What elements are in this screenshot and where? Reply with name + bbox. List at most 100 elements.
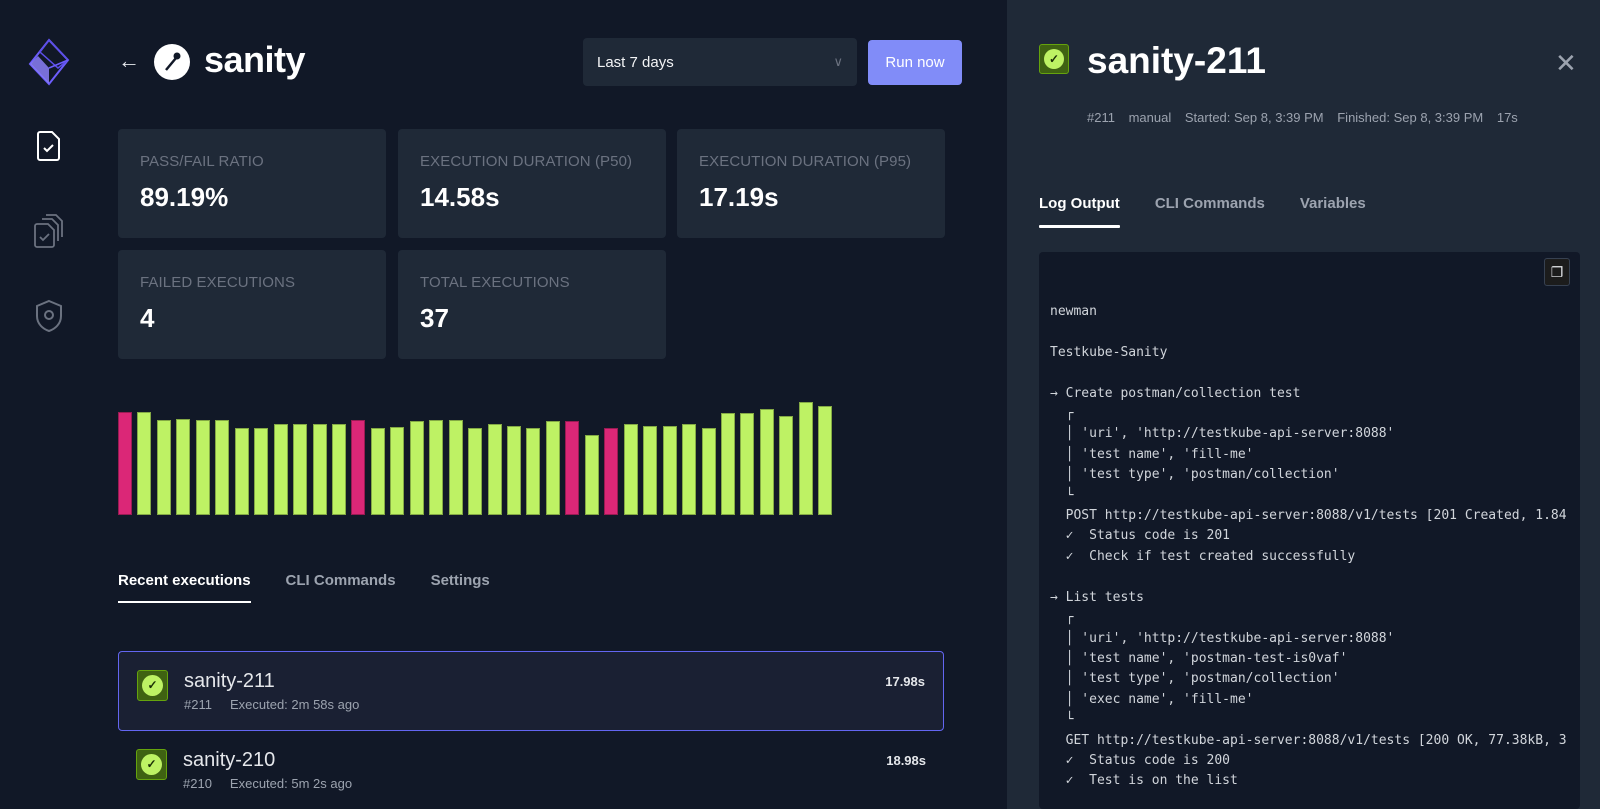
chart-bar-passed[interactable] [682, 424, 696, 515]
stat-label: Pass/Fail Ratio [140, 153, 264, 170]
chart-bar-failed[interactable] [118, 412, 132, 515]
testkube-logo-icon[interactable] [28, 38, 70, 86]
log-output[interactable]: ❐ newman Testkube-Sanity → Create postma… [1039, 252, 1580, 809]
tab-settings[interactable]: Settings [431, 572, 490, 603]
panel-tabs: Log Output CLI Commands Variables [1039, 195, 1366, 228]
check-icon: ✓ [141, 754, 162, 775]
chart-bar-passed[interactable] [643, 426, 657, 515]
chart-bar-passed[interactable] [702, 428, 716, 515]
log-line: │ 'test name', 'fill-me' [1050, 446, 1254, 462]
chart-bar-passed[interactable] [410, 421, 424, 515]
stat-value: 17.19s [699, 182, 779, 212]
execution-row[interactable]: ✓ sanity-211 #211 Executed: 2m 58s ago 17… [118, 651, 944, 731]
chart-bar-passed[interactable] [449, 420, 463, 515]
chart-bar-passed[interactable] [818, 406, 832, 515]
chart-bar-passed[interactable] [624, 424, 638, 515]
execution-title: sanity-211 [1087, 40, 1266, 81]
stat-value: 14.58s [420, 182, 500, 212]
chart-bar-passed[interactable] [585, 435, 599, 515]
chart-bar-passed[interactable] [721, 413, 735, 515]
stat-failed-executions: Failed Executions 4 [118, 250, 386, 359]
tab-variables[interactable]: Variables [1300, 195, 1366, 228]
log-line: └ [1050, 487, 1074, 503]
log-line: ✓ Test is on the list [1050, 773, 1238, 789]
app: ← sanity Last 7 days ∨ Run now Pass/Fail… [0, 0, 1600, 809]
log-line: │ 'uri', 'http://testkube-api-server:808… [1050, 630, 1395, 646]
sidebar [0, 0, 98, 809]
copy-icon[interactable]: ❐ [1544, 258, 1570, 286]
chart-bar-failed[interactable] [604, 428, 618, 515]
close-icon[interactable]: ✕ [1555, 50, 1577, 76]
chart-bar-passed[interactable] [507, 426, 521, 515]
executions-bar-chart [118, 398, 838, 518]
chart-bar-passed[interactable] [468, 428, 482, 515]
chart-bar-passed[interactable] [371, 428, 385, 515]
chart-bar-passed[interactable] [157, 420, 171, 515]
log-line: GET http://testkube-api-server:8088/v1/t… [1050, 732, 1567, 748]
execution-trigger: manual [1128, 110, 1172, 125]
chart-bar-passed[interactable] [254, 428, 268, 515]
execution-row[interactable]: ✓ sanity-210 #210 Executed: 5m 2s ago 18.… [118, 731, 944, 809]
chart-bar-passed[interactable] [137, 412, 151, 515]
chart-bar-passed[interactable] [740, 413, 754, 515]
sidebar-item-settings[interactable] [33, 298, 65, 334]
page-title: sanity [204, 39, 306, 80]
execution-name: sanity-211 [184, 670, 275, 692]
execution-duration: 17.98s [885, 674, 925, 689]
back-button[interactable]: ← [118, 50, 140, 72]
stat-label: Execution Duration (P50) [420, 153, 633, 170]
chart-bar-failed[interactable] [565, 421, 579, 515]
chart-bar-passed[interactable] [429, 420, 443, 515]
test-file-check-icon [37, 131, 60, 161]
check-icon: ✓ [1044, 49, 1064, 69]
chart-bar-passed[interactable] [779, 416, 793, 515]
log-line: ┌ [1050, 610, 1074, 626]
chart-bar-passed[interactable] [760, 409, 774, 515]
chart-bar-passed[interactable] [488, 424, 502, 515]
sidebar-item-tests[interactable] [33, 128, 65, 164]
log-line: │ 'test type', 'postman/collection' [1050, 671, 1340, 687]
chart-bar-passed[interactable] [663, 426, 677, 515]
settings-shield-icon [36, 299, 62, 333]
log-line: │ 'test type', 'postman/collection' [1050, 467, 1340, 483]
test-suites-icon [34, 214, 63, 248]
chart-bar-passed[interactable] [176, 419, 190, 515]
chart-bar-passed[interactable] [546, 421, 560, 515]
log-line: → Create postman/collection test [1050, 385, 1301, 401]
postman-logo-icon [154, 44, 190, 80]
chart-bar-passed[interactable] [313, 424, 327, 515]
stat-duration-p95: Execution Duration (P95) 17.19s [677, 129, 945, 238]
log-text: newman Testkube-Sanity → Create postman/… [1050, 302, 1567, 792]
log-line: │ 'test name', 'postman-test-is0vaf' [1050, 650, 1348, 666]
execution-number: #210 [183, 776, 212, 791]
chart-bar-passed[interactable] [274, 424, 288, 515]
execution-duration: 17s [1496, 110, 1518, 125]
execution-name: sanity-210 [183, 749, 276, 771]
run-now-button[interactable]: Run now [868, 40, 962, 85]
execution-finished: Finished: Sep 8, 3:39 PM [1337, 110, 1484, 125]
log-line: newman [1050, 304, 1097, 319]
chart-bar-passed[interactable] [799, 402, 813, 515]
log-line: Testkube-Sanity [1050, 344, 1168, 360]
time-range-select[interactable]: Last 7 days ∨ [583, 38, 857, 86]
chart-bar-passed[interactable] [390, 427, 404, 515]
sidebar-item-test-suites[interactable] [33, 212, 65, 248]
chart-bar-passed[interactable] [196, 420, 210, 515]
chart-bar-passed[interactable] [526, 428, 540, 515]
tab-log-output[interactable]: Log Output [1039, 195, 1120, 228]
status-badge: ✓ [137, 670, 168, 701]
chart-bar-passed[interactable] [293, 424, 307, 515]
execution-meta: #211 Executed: 2m 58s ago [184, 697, 359, 712]
chart-bar-passed[interactable] [215, 420, 229, 515]
check-icon: ✓ [142, 675, 163, 696]
time-range-value: Last 7 days [597, 53, 674, 71]
tab-cli-commands[interactable]: CLI Commands [1155, 195, 1265, 228]
chart-bar-passed[interactable] [235, 428, 249, 515]
tab-cli-commands[interactable]: CLI Commands [286, 572, 396, 603]
tab-recent-executions[interactable]: Recent executions [118, 572, 251, 603]
chart-bar-failed[interactable] [351, 420, 365, 515]
stat-total-executions: Total Executions 37 [398, 250, 666, 359]
chart-bar-passed[interactable] [332, 424, 346, 515]
